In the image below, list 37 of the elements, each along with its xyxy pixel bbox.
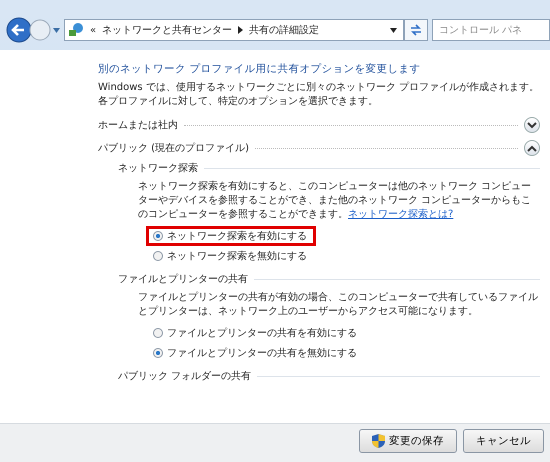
address-bar[interactable]: « ネットワークと共有センター 共有の詳細設定 — [64, 19, 404, 41]
radio-option[interactable]: ファイルとプリンターの共有を無効にする — [146, 343, 366, 363]
refresh-icon — [409, 23, 423, 37]
chevron-up-icon — [527, 144, 537, 152]
shield-icon — [372, 434, 385, 448]
chevron-down-icon — [527, 122, 537, 128]
breadcrumb-overflow[interactable]: « — [90, 24, 96, 36]
forward-button[interactable] — [29, 19, 51, 41]
radio-option[interactable]: ネットワーク探索を無効にする — [146, 246, 316, 266]
radio-option[interactable]: ネットワーク探索を有効にする — [146, 226, 316, 246]
section-description: ファイルとプリンターの共有が有効の場合、このコンピューターで共有しているファイルとプリンターは、ネットワーク上のユーザーからアクセス可能になります。 — [138, 291, 539, 319]
radio-option[interactable]: ファイルとプリンターの共有を有効にする — [146, 323, 366, 343]
profile-header[interactable]: パブリック (現在のプロファイル) — [98, 141, 249, 155]
page-heading: 別のネットワーク プロファイル用に共有オプションを変更します — [98, 62, 422, 76]
radio-button[interactable] — [153, 328, 163, 338]
collapse-button[interactable] — [524, 140, 540, 156]
radio-button[interactable] — [153, 231, 163, 241]
refresh-button[interactable] — [404, 19, 428, 41]
profile-header[interactable]: ホームまたは社内 — [98, 118, 178, 132]
help-link[interactable]: ネットワーク探索とは? — [348, 209, 454, 220]
search-field[interactable]: コントロール パネ — [432, 19, 550, 41]
network-icon — [68, 22, 84, 38]
dropdown-icon[interactable] — [390, 28, 397, 32]
intro-text: Windows では、使用するネットワークごとに別々のネットワーク プロファイルが作成されます。各プロファイルに対して、特定のオプションを選択できます。 — [98, 81, 540, 109]
expand-button[interactable] — [524, 117, 540, 133]
radio-button[interactable] — [153, 348, 163, 358]
section-heading: ファイルとプリンターの共有 — [118, 272, 248, 286]
section-description: ネットワーク探索を有効にすると、このコンピューターは他のネットワーク コンピューターやデバイスを参照することができ、また他のネットワーク コンピューターからもこのコンピューターを参照することができます。ネットワーク探索とは? — [138, 180, 532, 222]
radio-button[interactable] — [153, 251, 163, 261]
chevron-icon[interactable] — [238, 26, 244, 34]
cancel-button[interactable]: キャンセル — [463, 429, 544, 453]
breadcrumb[interactable]: 共有の詳細設定 — [249, 23, 320, 37]
breadcrumb[interactable]: ネットワークと共有センター — [102, 23, 232, 37]
back-button[interactable] — [6, 17, 32, 43]
section-heading: パブリック フォルダーの共有 — [118, 370, 252, 383]
section-heading: ネットワーク探索 — [118, 162, 198, 175]
save-button[interactable]: 変更の保存 — [359, 429, 457, 453]
